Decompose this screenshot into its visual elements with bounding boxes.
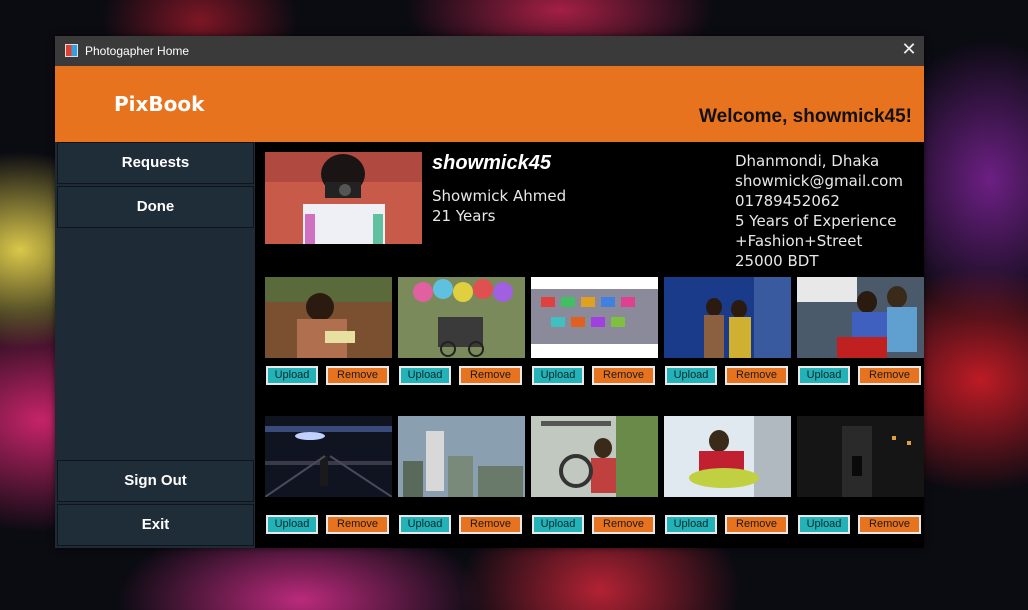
upload-button[interactable]: Upload [399, 515, 451, 534]
welcome-text: Welcome, showmick45! [699, 106, 912, 127]
upload-button[interactable]: Upload [266, 515, 318, 534]
remove-button[interactable]: Remove [858, 515, 921, 534]
upload-button[interactable]: Upload [266, 366, 318, 385]
remove-button[interactable]: Remove [326, 515, 389, 534]
sidebar: Requests Done Sign Out Exit [55, 142, 255, 548]
brand-logo: PixBook [114, 92, 205, 116]
remove-button[interactable]: Remove [592, 366, 655, 385]
gallery-photo [797, 277, 924, 358]
upload-button[interactable]: Upload [532, 366, 584, 385]
profile-age: 21 Years [432, 207, 496, 225]
remove-button[interactable]: Remove [725, 515, 788, 534]
remove-button[interactable]: Remove [326, 366, 389, 385]
profile-experience: 5 Years of Experience [735, 212, 897, 230]
profile-username: showmick45 [432, 152, 551, 174]
profile-phone: 01789452062 [735, 192, 840, 210]
remove-button[interactable]: Remove [725, 366, 788, 385]
remove-button[interactable]: Remove [592, 515, 655, 534]
gallery-photo [265, 416, 392, 497]
upload-button[interactable]: Upload [532, 515, 584, 534]
profile-location: Dhanmondi, Dhaka [735, 152, 880, 170]
gallery-photo [265, 277, 392, 358]
profile-full-name: Showmick Ahmed [432, 187, 567, 205]
app-icon [65, 44, 78, 57]
sign-out-button[interactable]: Sign Out [57, 460, 254, 502]
gallery-photo [797, 416, 924, 497]
upload-button[interactable]: Upload [399, 366, 451, 385]
app-window: Photogapher Home ✕ PixBook Welcome, show… [55, 36, 924, 548]
gallery-photo [398, 416, 525, 497]
remove-button[interactable]: Remove [858, 366, 921, 385]
gallery-photo [398, 277, 525, 358]
upload-button[interactable]: Upload [798, 366, 850, 385]
requests-button[interactable]: Requests [57, 142, 254, 184]
exit-button[interactable]: Exit [57, 504, 254, 546]
close-button[interactable]: ✕ [894, 36, 924, 66]
upload-button[interactable]: Upload [798, 515, 850, 534]
gallery-photo [531, 277, 658, 358]
profile-photo [265, 152, 422, 244]
upload-button[interactable]: Upload [665, 366, 717, 385]
header-bar: PixBook Welcome, showmick45! [55, 66, 924, 142]
gallery-photo [531, 416, 658, 497]
profile-rate: 25000 BDT [735, 252, 819, 270]
upload-button[interactable]: Upload [665, 515, 717, 534]
done-button[interactable]: Done [57, 186, 254, 228]
title-bar: Photogapher Home ✕ [55, 36, 924, 66]
profile-specialty: +Fashion+Street [735, 232, 863, 250]
main-panel: showmick45 Showmick Ahmed 21 Years Dhanm… [255, 142, 924, 548]
remove-button[interactable]: Remove [459, 515, 522, 534]
profile-email: showmick@gmail.com [735, 172, 903, 190]
remove-button[interactable]: Remove [459, 366, 522, 385]
window-title: Photogapher Home [85, 44, 190, 58]
gallery-photo [664, 416, 791, 497]
gallery-photo [664, 277, 791, 358]
